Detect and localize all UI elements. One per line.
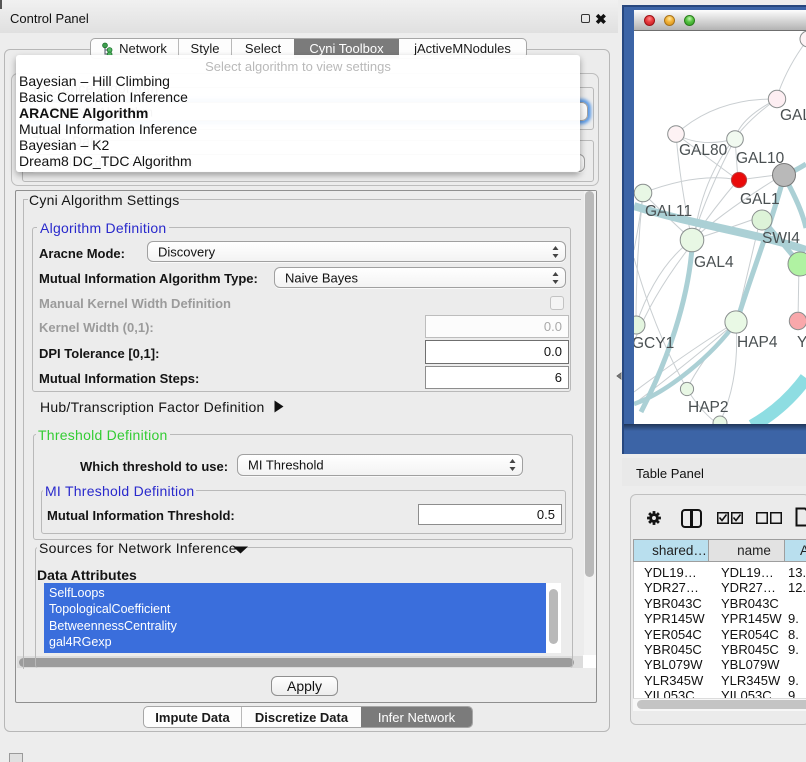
svg-text:SWI4: SWI4 (762, 230, 800, 247)
svg-text:GAL1: GAL1 (740, 191, 780, 208)
svg-text:GAL4: GAL4 (694, 254, 734, 271)
svg-text:HAP2: HAP2 (688, 399, 729, 416)
svg-text:GAL10: GAL10 (736, 150, 785, 167)
svg-text:GAL7: GAL7 (780, 107, 806, 124)
svg-text:GCY1: GCY1 (634, 335, 674, 352)
svg-text:GAL80: GAL80 (679, 142, 728, 159)
svg-text:HAP4: HAP4 (737, 334, 778, 351)
svg-text:YM: YM (797, 334, 806, 351)
svg-text:GAL11: GAL11 (645, 203, 692, 220)
